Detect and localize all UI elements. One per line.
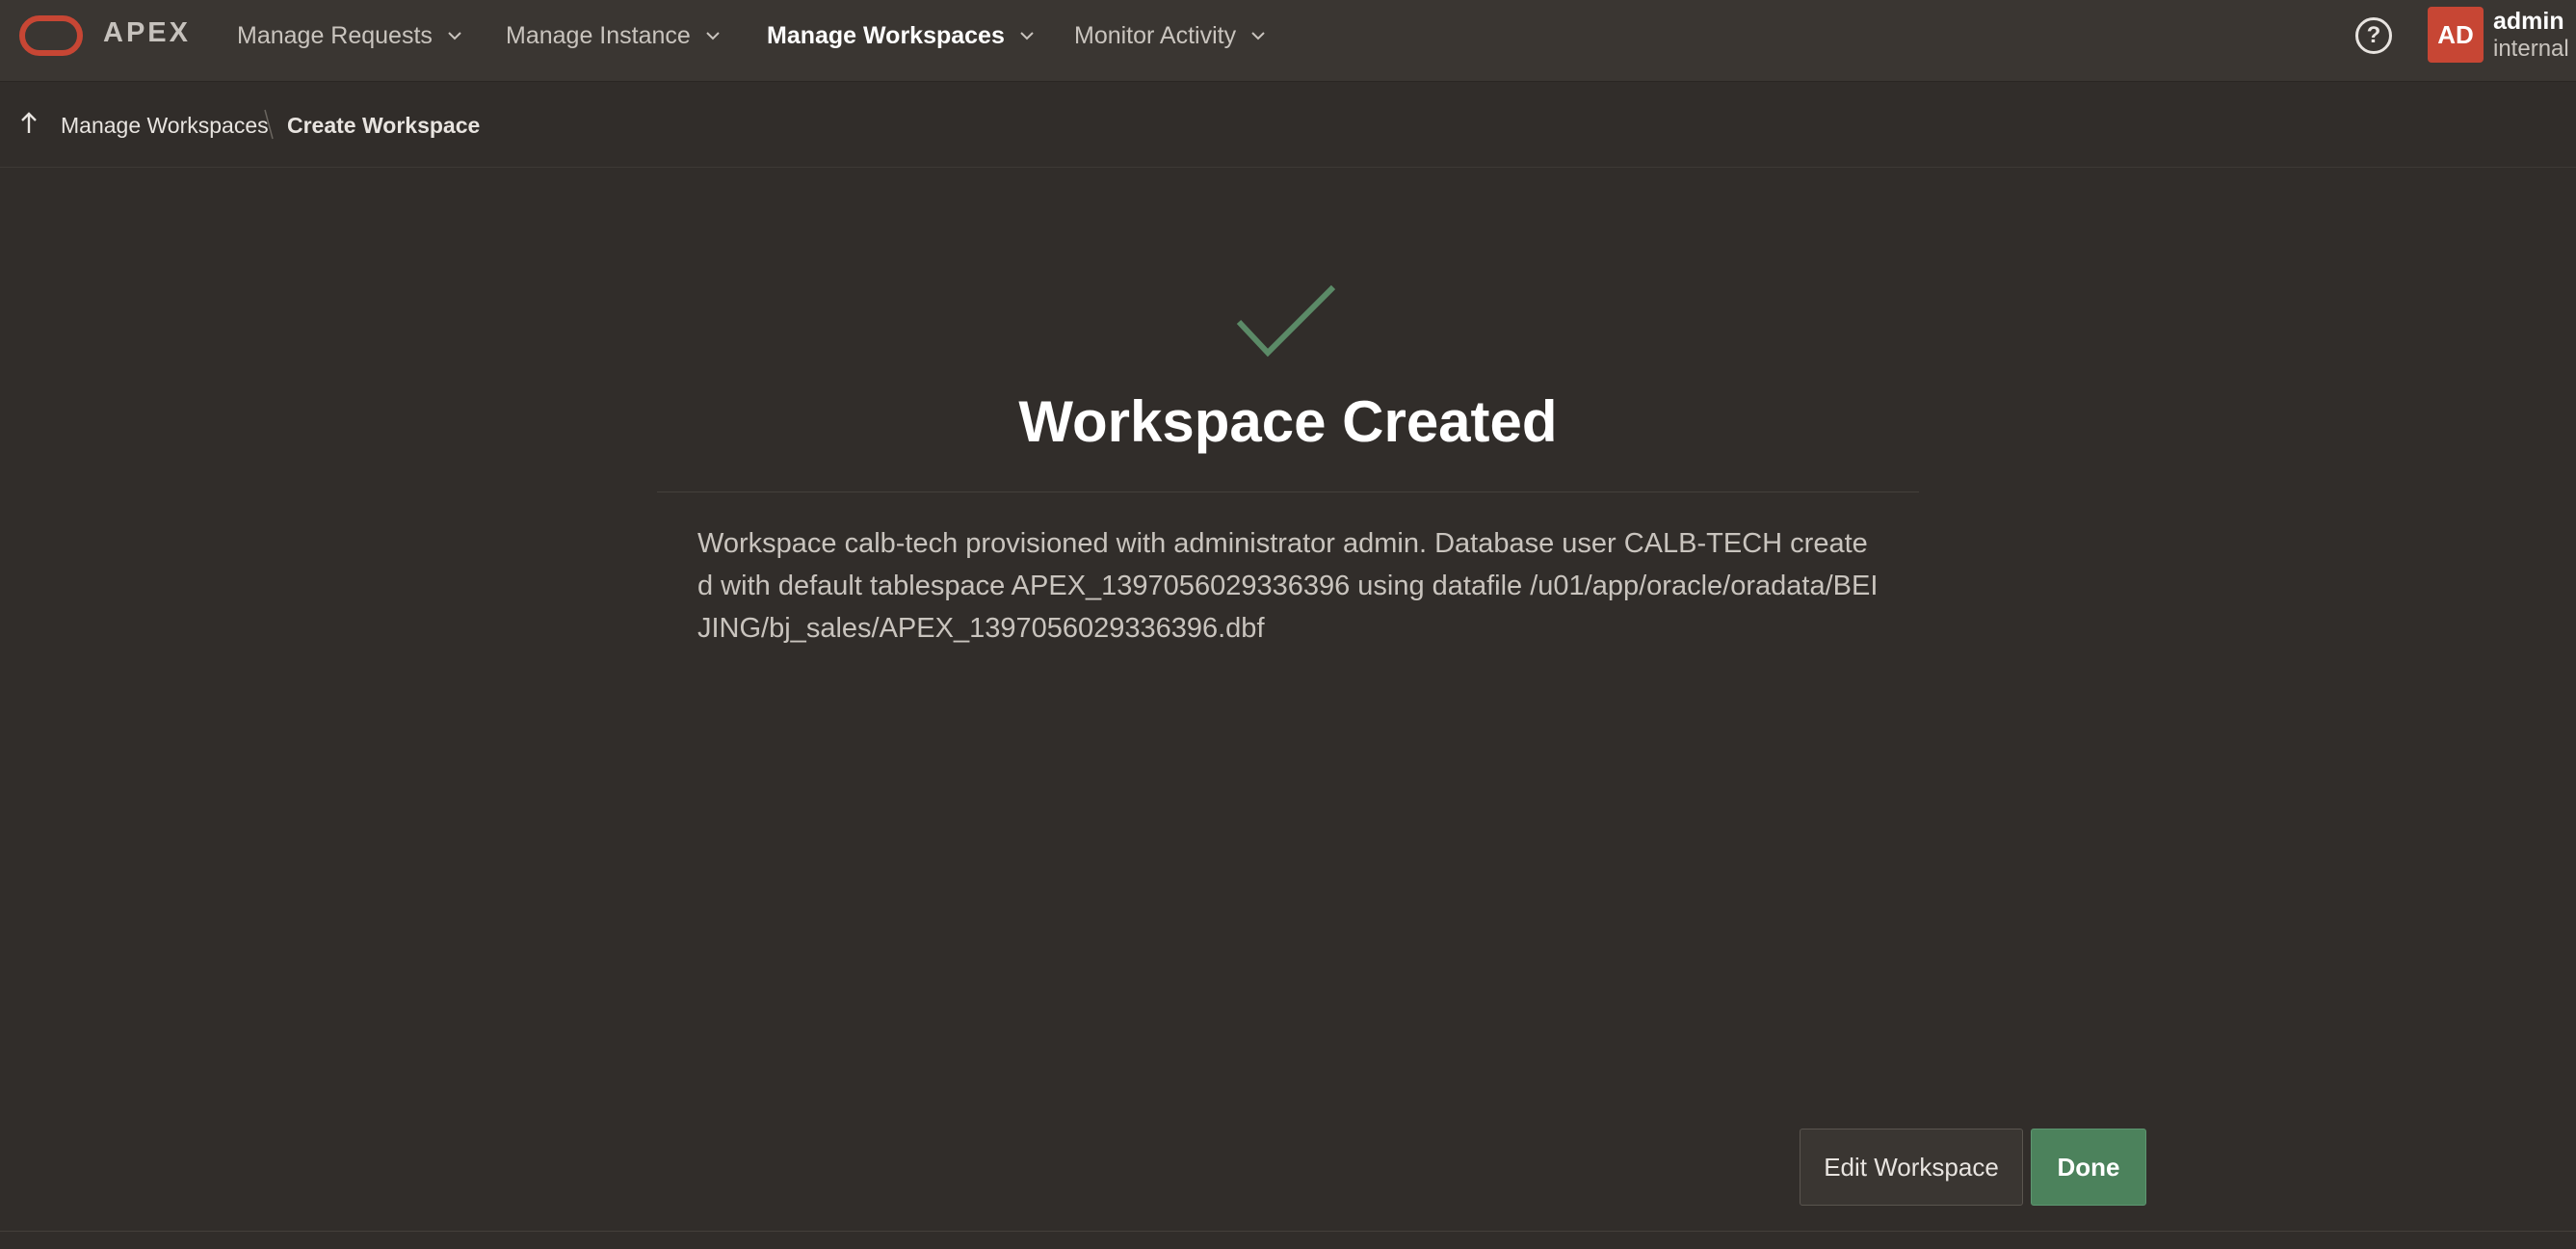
chevron-down-icon (706, 32, 720, 40)
nav-monitor-activity[interactable]: Monitor Activity (1074, 19, 1267, 52)
oracle-logo-icon[interactable] (19, 15, 83, 56)
footer-divider (0, 1231, 2576, 1232)
nav-label: Monitor Activity (1074, 21, 1237, 49)
app-brand[interactable]: APEX (103, 17, 191, 49)
avatar[interactable]: AD (2428, 7, 2484, 63)
done-button[interactable]: Done (2031, 1129, 2146, 1206)
page-title: Workspace Created (1018, 389, 1558, 454)
user-workspace[interactable]: internal (2493, 36, 2569, 63)
help-symbol: ? (2366, 22, 2381, 48)
checkmark-icon (1236, 284, 1336, 358)
help-icon[interactable]: ? (2355, 17, 2392, 54)
nav-label: Manage Workspaces (767, 21, 1005, 49)
edit-workspace-button[interactable]: Edit Workspace (1800, 1129, 2023, 1206)
breadcrumb-current: Create Workspace (287, 113, 481, 138)
chevron-down-icon (448, 32, 461, 40)
nav-label: Manage Requests (237, 21, 433, 49)
user-name[interactable]: admin (2493, 8, 2564, 36)
top-navigation-bar: APEX Manage Requests Manage Instance Man… (0, 0, 2576, 82)
nav-manage-requests[interactable]: Manage Requests (237, 19, 463, 52)
nav-manage-instance[interactable]: Manage Instance (506, 19, 722, 52)
nav-label: Manage Instance (506, 21, 691, 49)
chevron-down-icon (1251, 32, 1265, 40)
breadcrumb-parent-link[interactable]: Manage Workspaces (61, 113, 269, 139)
chevron-down-icon (1020, 32, 1034, 40)
success-message: Workspace calb-tech provisioned with adm… (697, 528, 1879, 644)
nav-manage-workspaces[interactable]: Manage Workspaces (767, 19, 1036, 52)
breadcrumb-separator-icon (264, 109, 274, 140)
arrow-up-icon[interactable] (17, 110, 40, 137)
